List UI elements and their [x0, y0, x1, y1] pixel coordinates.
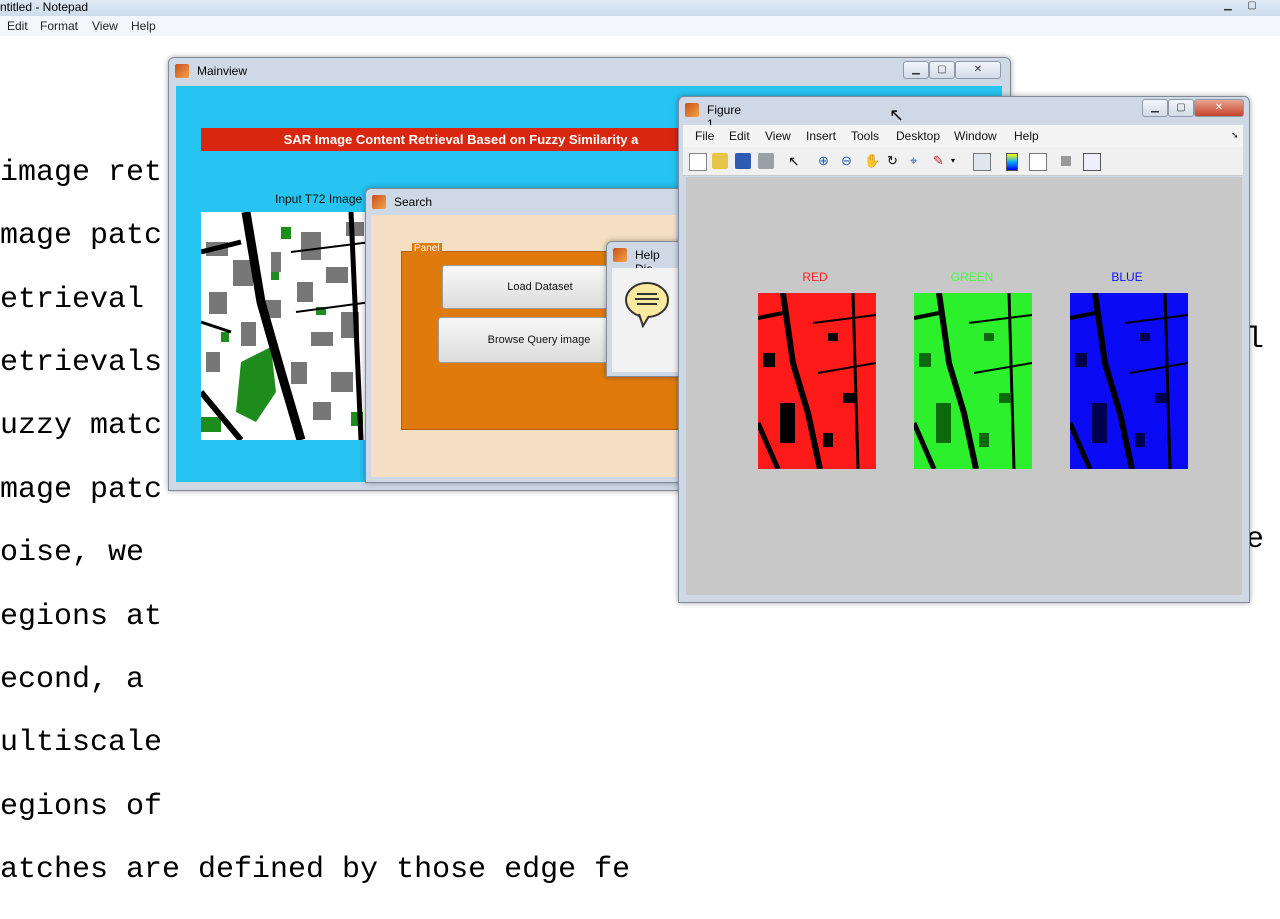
- menu-format[interactable]: Format: [40, 19, 78, 33]
- menu-insert[interactable]: Insert: [806, 129, 836, 143]
- minimize-button[interactable]: ▁: [1216, 0, 1240, 12]
- open-file-icon[interactable]: [712, 153, 728, 169]
- minimize-button[interactable]: ▁: [903, 61, 929, 79]
- maximize-button[interactable]: ▢: [1168, 99, 1194, 117]
- print-icon[interactable]: [758, 153, 774, 169]
- text-line: oise, we: [0, 536, 163, 571]
- minimize-button[interactable]: ▁: [1142, 99, 1168, 117]
- menu-help[interactable]: Help: [131, 19, 156, 33]
- hide-plot-tools-icon[interactable]: [1061, 156, 1071, 166]
- maximize-button[interactable]: ▢: [1240, 0, 1264, 12]
- rotate-3d-icon[interactable]: ↻: [887, 153, 903, 169]
- figure-window[interactable]: Figure 1 ▁ ▢ ✕ File Edit View Insert Too…: [678, 96, 1250, 603]
- text-line: egions of: [0, 789, 163, 824]
- select-pointer-icon[interactable]: ↖: [788, 153, 804, 169]
- menu-view[interactable]: View: [765, 129, 791, 143]
- app-banner: SAR Image Content Retrieval Based on Fuz…: [201, 128, 721, 151]
- close-button[interactable]: ✕: [1194, 99, 1244, 117]
- menu-edit[interactable]: Edit: [729, 129, 750, 143]
- pan-hand-icon[interactable]: ✋: [864, 153, 880, 169]
- matlab-icon: [685, 103, 699, 117]
- chevron-down-icon[interactable]: ▾: [951, 153, 967, 169]
- zoom-in-icon[interactable]: ⊕: [818, 153, 834, 169]
- notepad-title: ntitled - Notepad: [0, 0, 89, 14]
- input-image-label: Input T72 Image: [275, 192, 363, 206]
- close-button[interactable]: ✕: [955, 61, 1001, 79]
- text-line: econd, a: [0, 662, 163, 697]
- matlab-icon: [175, 64, 189, 78]
- text-line: egions at: [0, 599, 163, 634]
- data-cursor-icon[interactable]: ⌖: [910, 153, 926, 169]
- show-plot-tools-icon[interactable]: [1083, 153, 1101, 171]
- new-figure-icon[interactable]: [689, 153, 707, 171]
- brush-icon[interactable]: ✎: [933, 153, 949, 169]
- colorbar-icon[interactable]: [1006, 153, 1018, 171]
- legend-icon[interactable]: [1029, 153, 1047, 171]
- green-channel-label: GREEN: [950, 270, 994, 284]
- matlab-icon: [613, 248, 627, 262]
- menu-edit[interactable]: Edit: [7, 19, 28, 33]
- menu-view[interactable]: View: [92, 19, 118, 33]
- red-channel-image: [758, 293, 876, 469]
- notepad-titlebar: ntitled - Notepad ▁ ▢: [0, 0, 1280, 16]
- zoom-out-icon[interactable]: ⊖: [841, 153, 857, 169]
- link-plot-icon[interactable]: [973, 153, 991, 171]
- input-sar-image: [201, 212, 371, 440]
- notepad-menubar: Edit Format View Help: [0, 16, 1280, 36]
- figure-toolbar: ↖ ⊕ ⊖ ✋ ↻ ⌖ ✎ ▾: [683, 147, 1243, 176]
- menu-desktop[interactable]: Desktop: [896, 129, 940, 143]
- green-channel-image: [914, 293, 1032, 469]
- maximize-button[interactable]: ▢: [929, 61, 955, 79]
- matlab-icon: [372, 195, 386, 209]
- figure-menubar: File Edit View Insert Tools Desktop Wind…: [683, 125, 1243, 147]
- save-icon[interactable]: [735, 153, 751, 169]
- red-channel-label: RED: [802, 270, 828, 284]
- mainview-title: Mainview: [197, 64, 248, 78]
- panel-label: Panel: [412, 243, 442, 254]
- menu-tools[interactable]: Tools: [851, 129, 879, 143]
- menu-window[interactable]: Window: [954, 129, 997, 143]
- search-title: Search: [394, 195, 433, 209]
- blue-channel-label: BLUE: [1111, 270, 1143, 284]
- menu-file[interactable]: File: [695, 129, 714, 143]
- mouse-cursor-icon: ↖: [889, 105, 905, 125]
- blue-channel-image: [1070, 293, 1188, 469]
- text-line: atches are defined by those edge fe: [0, 853, 631, 888]
- dock-arrow-icon[interactable]: ➘: [1231, 130, 1239, 141]
- menu-help[interactable]: Help: [1014, 129, 1039, 143]
- help-speech-bubble-icon: [625, 282, 669, 328]
- text-line: ultiscale: [0, 726, 163, 761]
